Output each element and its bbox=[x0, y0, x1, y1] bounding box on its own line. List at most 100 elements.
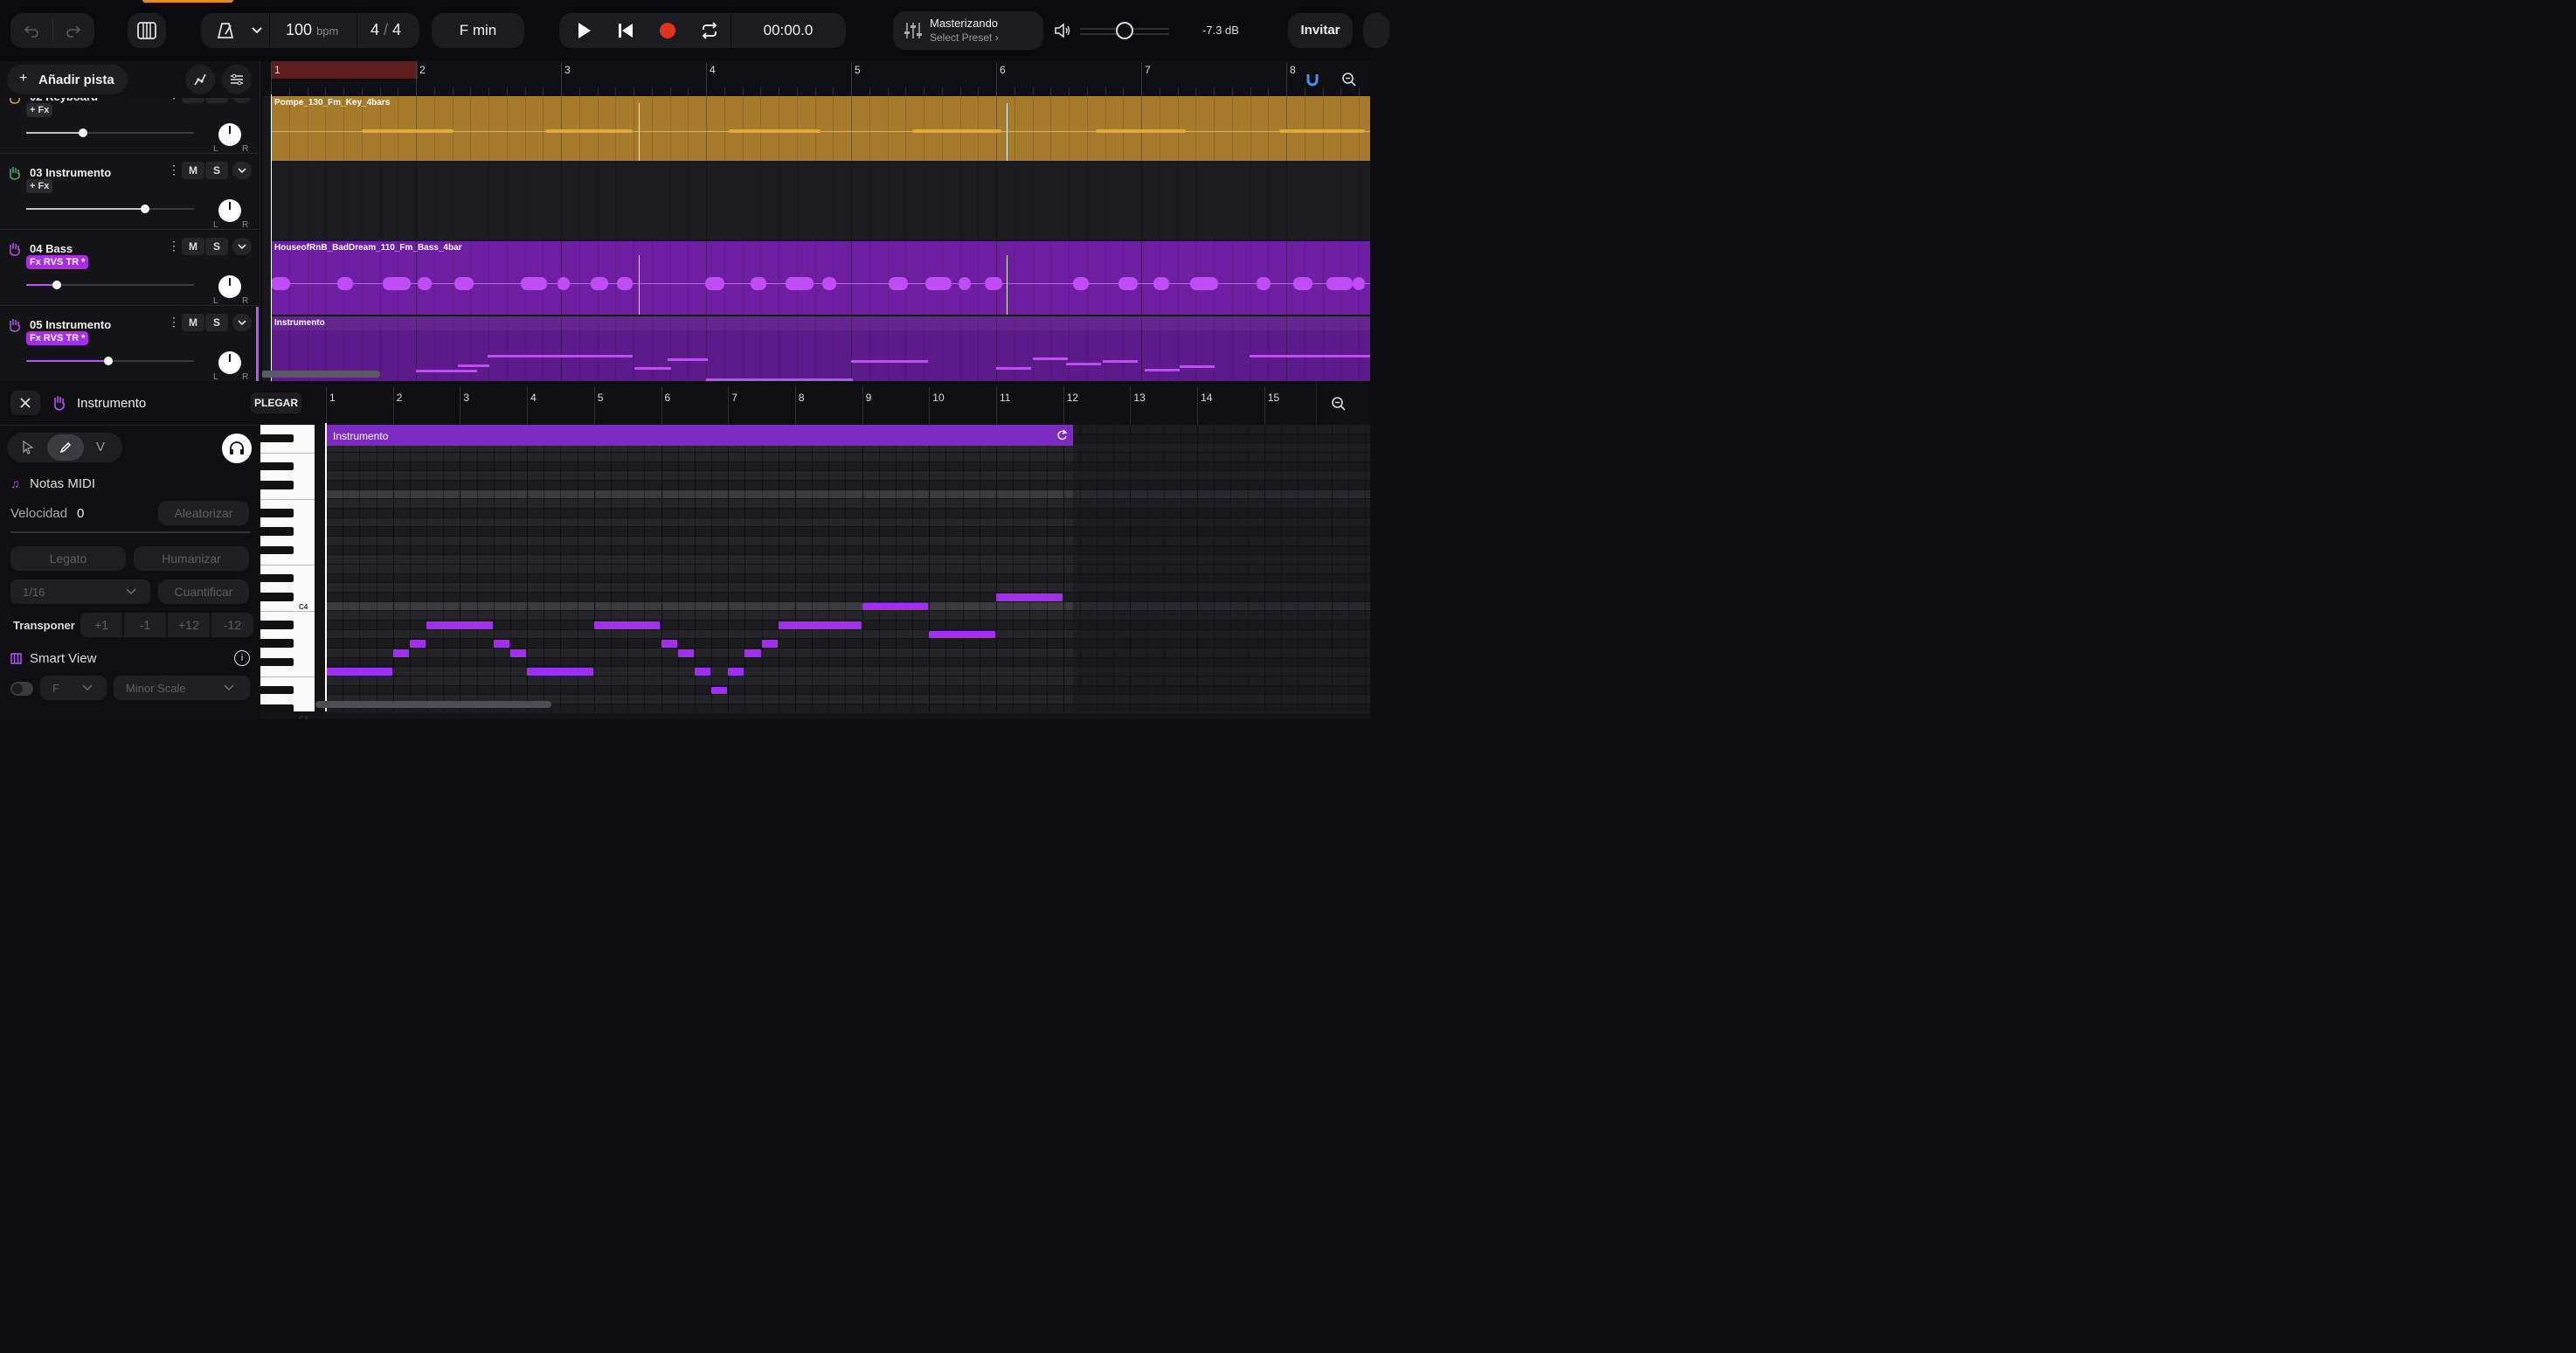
automation-icon[interactable] bbox=[185, 65, 215, 94]
metronome-icon[interactable] bbox=[210, 13, 241, 48]
velocity-tool[interactable]: V bbox=[96, 440, 105, 454]
midi-note[interactable] bbox=[778, 621, 862, 629]
black-key[interactable] bbox=[260, 685, 294, 695]
midi-note[interactable] bbox=[711, 686, 728, 695]
tempo-field[interactable]: 100 bpm bbox=[286, 21, 338, 39]
playhead[interactable] bbox=[271, 94, 272, 381]
track-lane[interactable]: Instrumento bbox=[271, 316, 1370, 381]
humanize-button[interactable]: Humanizar bbox=[134, 546, 249, 571]
piano-roll-playhead[interactable] bbox=[325, 423, 327, 711]
more-icon[interactable]: ⋮ bbox=[168, 163, 180, 177]
undo-icon[interactable] bbox=[10, 13, 52, 48]
fx-badge[interactable]: Fx RVS TR * bbox=[26, 331, 89, 345]
randomize-button[interactable]: Aleatorizar bbox=[158, 501, 249, 525]
collapse-button[interactable]: PLEGAR bbox=[251, 392, 301, 413]
track-header[interactable]: 04 Bass ⋮ M S Fx RVS TR * L R bbox=[0, 231, 259, 306]
zoom-out-icon[interactable] bbox=[1339, 70, 1360, 89]
grid-select[interactable]: 1/16 bbox=[10, 579, 150, 604]
scale-type-select[interactable]: Minor Scale bbox=[114, 676, 250, 700]
midi-note[interactable] bbox=[527, 668, 593, 676]
black-key[interactable] bbox=[260, 621, 294, 629]
solo-button[interactable]: S bbox=[205, 162, 228, 179]
midi-note[interactable] bbox=[409, 640, 426, 649]
chevron-down-icon[interactable] bbox=[232, 238, 252, 255]
black-key[interactable] bbox=[260, 593, 294, 601]
zoom-out-icon[interactable] bbox=[1328, 393, 1349, 414]
smart-view-toggle[interactable] bbox=[10, 682, 33, 696]
black-key[interactable] bbox=[260, 639, 294, 649]
horizontal-scrollbar[interactable] bbox=[262, 371, 380, 378]
solo-button[interactable]: S bbox=[205, 238, 228, 255]
velocity-slider[interactable] bbox=[10, 531, 250, 533]
pan-knob[interactable] bbox=[218, 351, 241, 374]
pan-knob[interactable] bbox=[218, 123, 241, 146]
scale-root-select[interactable]: F bbox=[40, 676, 107, 700]
arrangement-view[interactable]: 1 2 3 4 5 6 7 8 Pompe_130_Fm_Key_4bars HouseofRn… bbox=[262, 61, 1370, 381]
volume-slider[interactable] bbox=[26, 128, 194, 137]
pan-knob[interactable] bbox=[218, 275, 241, 298]
mute-button[interactable]: M bbox=[182, 238, 204, 255]
record-icon[interactable] bbox=[650, 13, 685, 48]
skip-back-icon[interactable] bbox=[608, 13, 643, 48]
volume-knob[interactable] bbox=[79, 128, 88, 137]
midi-note[interactable] bbox=[509, 649, 527, 657]
midi-note[interactable] bbox=[744, 649, 761, 657]
midi-note[interactable] bbox=[426, 621, 493, 629]
chevron-down-icon[interactable] bbox=[245, 13, 269, 48]
velocity-value[interactable]: 0 bbox=[77, 506, 84, 521]
fx-badge[interactable]: + Fx bbox=[26, 103, 53, 117]
audio-clip[interactable]: HouseofRnB_BadDream_110_Fm_Bass_4bar bbox=[271, 241, 1370, 315]
magnet-icon[interactable] bbox=[1302, 70, 1323, 89]
midi-note[interactable] bbox=[661, 640, 677, 649]
piano-keyboard[interactable]: C4 C3 bbox=[260, 425, 315, 719]
black-key[interactable] bbox=[260, 573, 294, 583]
track-lane[interactable]: Pompe_130_Fm_Key_4bars bbox=[271, 96, 1370, 161]
volume-knob[interactable] bbox=[141, 205, 150, 213]
pointer-icon[interactable] bbox=[10, 434, 45, 461]
black-key[interactable] bbox=[260, 509, 294, 517]
black-key[interactable] bbox=[260, 481, 294, 489]
invite-button[interactable]: Invitar bbox=[1288, 13, 1353, 48]
midi-note[interactable] bbox=[929, 630, 995, 639]
midi-note[interactable] bbox=[694, 668, 711, 676]
pencil-icon[interactable] bbox=[47, 434, 84, 461]
mute-button[interactable]: M bbox=[182, 314, 204, 331]
mastering-button[interactable]: Masterizando Select Preset › bbox=[893, 11, 1043, 50]
track-lane[interactable] bbox=[271, 163, 1370, 239]
transpose-plus12[interactable]: +12 bbox=[168, 613, 210, 637]
track-header[interactable]: 05 Instrumento ⋮ M S Fx RVS TR * L R bbox=[0, 307, 259, 381]
volume-slider[interactable] bbox=[26, 357, 194, 365]
pan-knob[interactable] bbox=[218, 199, 241, 222]
black-key[interactable] bbox=[260, 527, 294, 537]
piano-roll[interactable]: 1 2 3 4 5 6 7 8 9 10 11 12 13 14 15 C4 C3 Instrumento bbox=[260, 381, 1370, 719]
mute-button[interactable]: M bbox=[182, 162, 204, 179]
info-icon[interactable]: i bbox=[234, 650, 250, 666]
midi-note[interactable] bbox=[677, 649, 694, 657]
piano-roll-scrollbar[interactable] bbox=[315, 701, 551, 708]
speaker-icon[interactable] bbox=[1052, 19, 1073, 42]
midi-note[interactable] bbox=[493, 640, 509, 649]
piano-roll-ruler[interactable]: 1 2 3 4 5 6 7 8 9 10 11 12 13 14 15 bbox=[260, 381, 1370, 425]
more-icon[interactable]: ⋮ bbox=[168, 315, 180, 330]
track-lane[interactable]: HouseofRnB_BadDream_110_Fm_Bass_4bar bbox=[271, 241, 1370, 315]
track-settings-icon[interactable] bbox=[222, 65, 252, 94]
midi-note[interactable] bbox=[593, 621, 661, 629]
midi-note[interactable] bbox=[996, 593, 1063, 601]
timeline-ruler[interactable]: 1 2 3 4 5 6 7 8 bbox=[262, 61, 1370, 96]
master-volume-knob[interactable] bbox=[1116, 22, 1133, 39]
time-signature[interactable]: 4 / 4 bbox=[370, 21, 401, 39]
black-key[interactable] bbox=[260, 545, 294, 555]
black-key[interactable] bbox=[260, 657, 294, 667]
play-icon[interactable] bbox=[566, 13, 601, 48]
chevron-down-icon[interactable] bbox=[232, 162, 252, 179]
midi-note[interactable] bbox=[728, 668, 744, 676]
more-button[interactable] bbox=[1363, 13, 1389, 48]
midi-note[interactable] bbox=[862, 602, 929, 611]
fx-badge[interactable]: Fx RVS TR * bbox=[26, 255, 89, 269]
close-icon[interactable] bbox=[10, 391, 40, 415]
volume-slider[interactable] bbox=[26, 281, 194, 289]
master-volume-slider[interactable] bbox=[1080, 22, 1169, 39]
volume-slider[interactable] bbox=[26, 205, 194, 213]
black-key[interactable] bbox=[260, 461, 294, 471]
loop-icon[interactable] bbox=[692, 13, 727, 48]
